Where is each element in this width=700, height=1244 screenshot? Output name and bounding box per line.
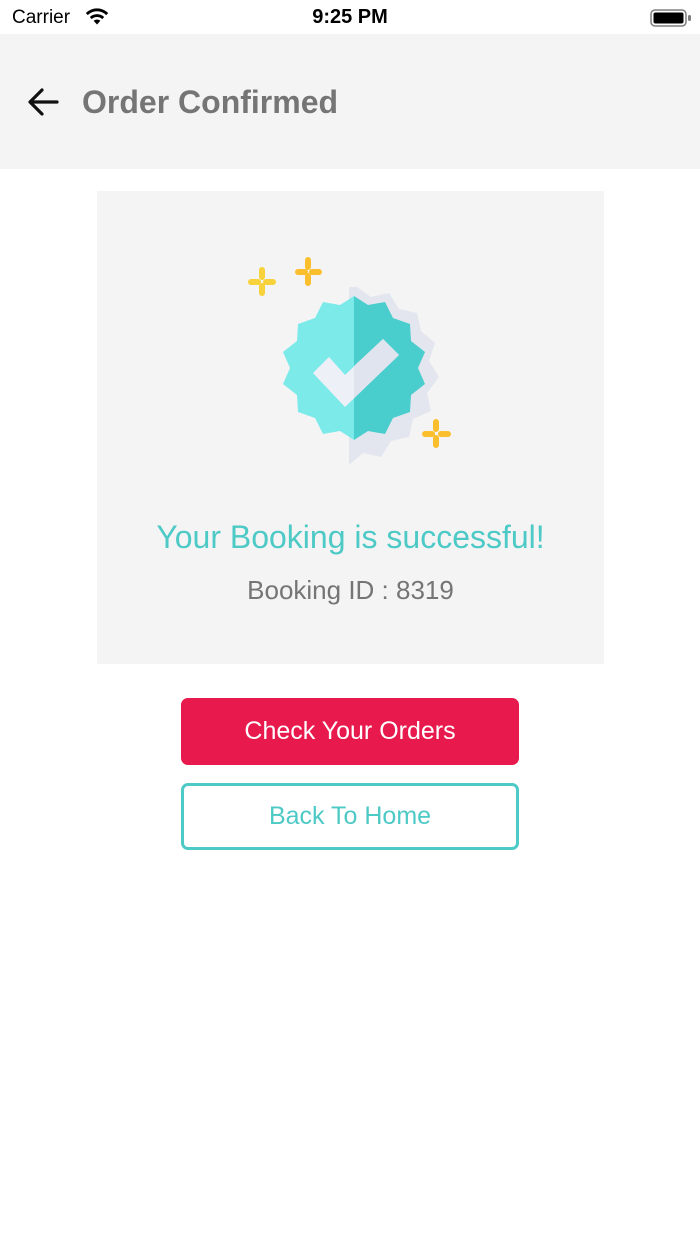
sparkle-icon — [248, 267, 276, 296]
back-to-home-button[interactable]: Back To Home — [181, 783, 519, 850]
check-your-orders-label: Check Your Orders — [244, 717, 456, 745]
verified-badge-check-icon — [248, 257, 451, 465]
back-to-home-label: Back To Home — [268, 802, 432, 830]
back-arrow-icon[interactable] — [22, 82, 66, 122]
sparkle-icon — [295, 257, 322, 286]
confirmation-card: Your Booking is successful! Booking ID :… — [97, 191, 604, 664]
top-app-bar: Order Confirmed — [0, 34, 700, 169]
status-bar: Carrier 9:25 PM — [0, 0, 700, 34]
success-message: Your Booking is successful! — [156, 519, 545, 555]
sparkle-icon — [422, 419, 451, 448]
page-title: Order Confirmed — [82, 84, 339, 120]
clock: 9:25 PM — [312, 6, 388, 28]
booking-id-label: Booking ID : 8319 — [247, 575, 454, 605]
battery-icon — [650, 9, 691, 27]
check-your-orders-button[interactable]: Check Your Orders — [181, 698, 519, 765]
